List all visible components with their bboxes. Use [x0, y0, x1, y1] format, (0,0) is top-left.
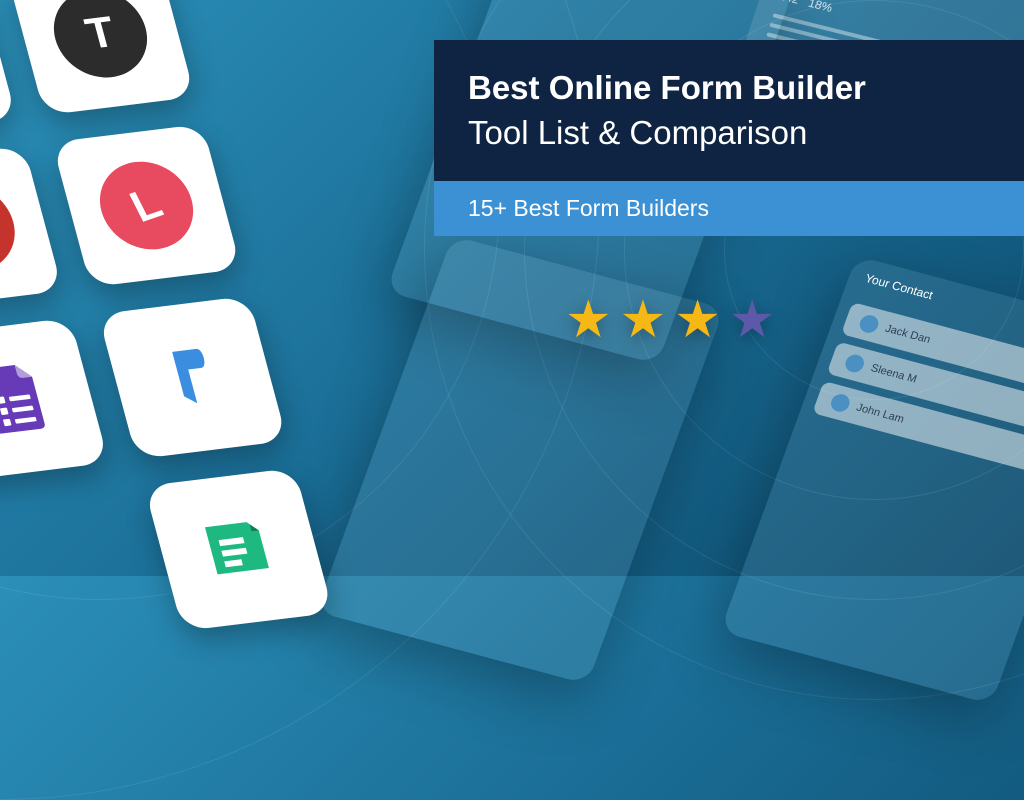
w-icon: W	[0, 178, 25, 276]
l-icon: L	[84, 150, 209, 262]
formstack-icon	[189, 505, 289, 595]
page-subtitle: 15+ Best Form Builders	[468, 195, 990, 222]
star-icon: ★	[674, 290, 721, 350]
gear-tile: ⚙	[0, 0, 17, 137]
star-icon: ★	[729, 290, 776, 350]
google-forms-icon	[0, 357, 62, 442]
w-tile: W	[0, 146, 63, 309]
hero-subtitle-box: 15+ Best Form Builders	[434, 181, 1024, 236]
star-icon: ★	[620, 290, 667, 350]
gforms-tile	[0, 318, 109, 481]
hero-title-box: Best Online Form Builder Tool List & Com…	[434, 40, 1024, 181]
rating-stars: ★ ★ ★ ★	[565, 290, 776, 350]
page-title: Best Online Form Builder Tool List & Com…	[468, 66, 990, 155]
hero-header: Best Online Form Builder Tool List & Com…	[434, 40, 1024, 236]
paperform-icon	[148, 337, 238, 418]
star-icon: ★	[565, 290, 612, 350]
t-icon: T	[44, 0, 158, 83]
t-tile: T	[6, 0, 195, 115]
